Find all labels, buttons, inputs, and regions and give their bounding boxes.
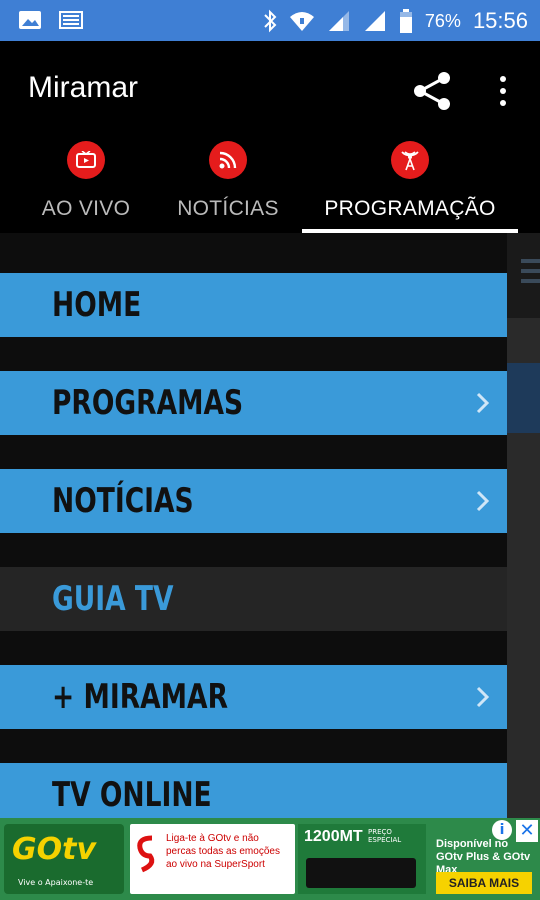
wifi-icon: [289, 12, 314, 31]
keyboard-icon: [59, 11, 83, 29]
chevron-right-icon: [476, 392, 490, 414]
ad-info-icon[interactable]: i: [492, 820, 512, 840]
supersport-logo-icon: [137, 835, 155, 873]
menu-item-label: GUIA TV: [52, 579, 174, 619]
battery-percent: 76%: [424, 10, 461, 31]
live-tv-icon: [67, 141, 105, 179]
tab-label: NOTÍCIAS: [177, 197, 279, 220]
background-content: [507, 233, 540, 838]
ad-brand-logo: GOtv Vive o Apaixone-te: [4, 824, 124, 894]
status-bar: 76% 15:56: [0, 0, 540, 41]
decoder-image: [306, 858, 416, 888]
menu-item-tv-online[interactable]: TV ONLINE: [0, 763, 507, 818]
menu-item-label: NOTÍCIAS: [52, 481, 194, 521]
chevron-right-icon: [476, 686, 490, 708]
app-bar: Miramar AO VIVO NOTÍCIAS PROGRAMAÇÃO: [0, 41, 540, 233]
tab-label: AO VIVO: [41, 197, 131, 220]
tab-programacao[interactable]: PROGRAMAÇÃO: [308, 141, 512, 231]
navigation-drawer: HOME PROGRAMAS NOTÍCIAS GUIA TV + MIRAMA…: [0, 233, 507, 818]
tab-noticias[interactable]: NOTÍCIAS: [168, 141, 288, 231]
signal-icon: [364, 11, 385, 31]
clock: 15:56: [472, 8, 528, 33]
tab-ao-vivo[interactable]: AO VIVO: [30, 141, 142, 231]
battery-icon: [399, 9, 412, 33]
ad-cta-button[interactable]: SAIBA MAIS: [436, 872, 532, 894]
more-vert-icon[interactable]: [490, 71, 516, 111]
menu-item-programas[interactable]: PROGRAMAS: [0, 371, 507, 435]
ad-price-note: PREÇO ESPECIAL: [368, 828, 402, 844]
ad-message: Liga-te à GOtv e não percas todas as emo…: [166, 833, 280, 870]
tab-label: PROGRAMAÇÃO: [324, 197, 496, 220]
antenna-icon: [391, 141, 429, 179]
ad-price: 1200MT: [304, 828, 363, 845]
ad-price-panel: 1200MT PREÇO ESPECIAL: [298, 824, 426, 894]
menu-item-mais-miramar[interactable]: + MIRAMAR: [0, 665, 507, 729]
menu-item-home[interactable]: HOME: [0, 273, 507, 337]
menu-item-guia-tv[interactable]: GUIA TV: [0, 567, 507, 631]
app-title: Miramar: [28, 71, 138, 104]
menu-item-noticias[interactable]: NOTÍCIAS: [0, 469, 507, 533]
menu-item-label: PROGRAMAS: [52, 383, 244, 423]
chevron-right-icon: [476, 490, 490, 512]
signal-icon: [328, 11, 349, 31]
rss-icon: [209, 141, 247, 179]
menu-item-label: HOME: [52, 285, 142, 325]
menu-lines-icon: [521, 259, 540, 283]
menu-item-label: + MIRAMAR: [52, 677, 228, 717]
ad-brand: GOtv: [12, 832, 97, 867]
menu-item-label: TV ONLINE: [52, 775, 212, 815]
background-panel-highlight: [507, 363, 540, 433]
share-icon[interactable]: [410, 69, 454, 113]
ad-close-icon[interactable]: ✕: [516, 820, 538, 842]
bluetooth-icon: [264, 9, 277, 33]
ad-banner[interactable]: GOtv Vive o Apaixone-te Liga-te à GOtv e…: [0, 818, 540, 900]
ad-tagline: Vive o Apaixone-te: [18, 878, 94, 887]
ad-message-panel: Liga-te à GOtv e não percas todas as emo…: [130, 824, 295, 894]
image-icon: [19, 11, 41, 29]
